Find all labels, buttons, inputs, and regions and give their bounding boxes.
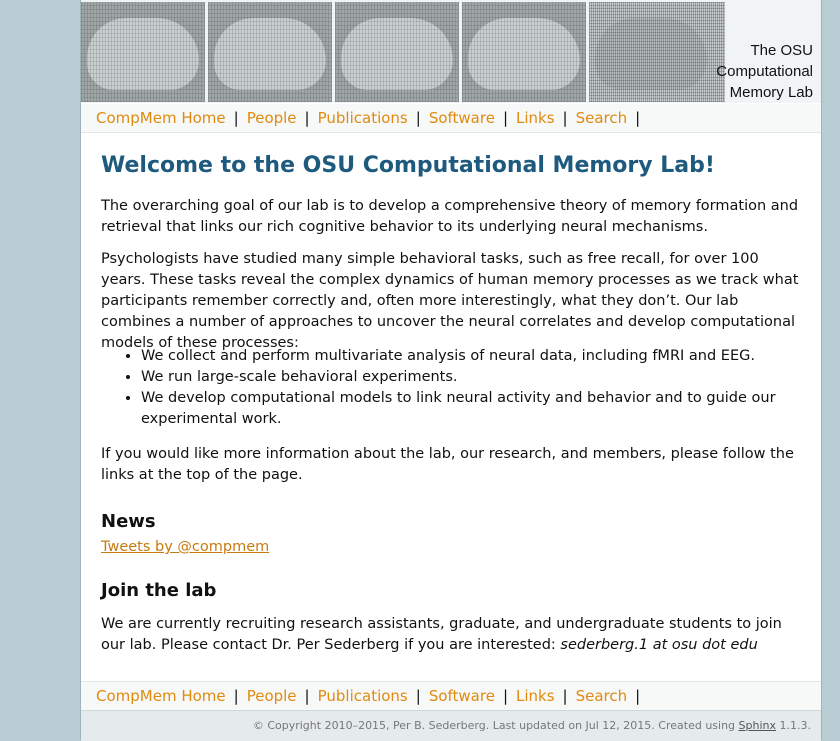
nav-separator: | — [304, 687, 310, 705]
nav-separator: | — [304, 109, 310, 127]
nav-separator: | — [233, 687, 239, 705]
nav-link-search[interactable]: Search — [576, 687, 628, 705]
main-content: Welcome to the OSU Computational Memory … — [101, 150, 801, 653]
page-container: The OSU Computational Memory Lab CompMem… — [80, 0, 822, 741]
nav-link-software[interactable]: Software — [429, 109, 495, 127]
nav-separator: | — [415, 109, 421, 127]
nav-link-people[interactable]: People — [247, 109, 297, 127]
footer: © Copyright 2010–2015, Per B. Sederberg.… — [81, 710, 821, 741]
header-banner: The OSU Computational Memory Lab — [81, 0, 821, 103]
nav-separator: | — [502, 109, 508, 127]
nav-link-links[interactable]: Links — [516, 109, 555, 127]
contact-email: sederberg.1 at osu dot edu — [560, 637, 758, 653]
lab-title: The OSU Computational Memory Lab — [716, 40, 813, 103]
join-heading: Join the lab — [101, 580, 217, 601]
lab-title-line: Computational — [716, 63, 813, 80]
research-paragraph: Psychologists have studied many simple b… — [101, 251, 799, 351]
nav-link-compmem-home[interactable]: CompMem Home — [96, 109, 226, 127]
lab-title-line: The OSU — [750, 42, 813, 59]
nav-link-links[interactable]: Links — [516, 687, 555, 705]
lab-title-line: Memory Lab — [729, 84, 813, 101]
copyright-text: © Copyright 2010–2015, Per B. Sederberg.… — [252, 719, 739, 732]
nav-link-compmem-home[interactable]: CompMem Home — [96, 687, 226, 705]
intro-paragraph: The overarching goal of our lab is to de… — [101, 198, 799, 235]
tweets-link[interactable]: Tweets by @compmem — [101, 537, 269, 558]
nav-link-publications[interactable]: Publications — [318, 109, 408, 127]
brain-image-3 — [335, 2, 459, 102]
nav-separator: | — [562, 687, 568, 705]
bottom-nav-bar: CompMem Home | People | Publications | Softwar… — [81, 681, 821, 710]
join-paragraph: We are currently recruiting research ass… — [101, 614, 801, 656]
nav-separator: | — [635, 687, 641, 705]
nav-separator: | — [562, 109, 568, 127]
brain-image-4 — [462, 2, 586, 102]
page-title: Welcome to the OSU Computational Memory … — [101, 153, 715, 178]
nav-link-people[interactable]: People — [247, 687, 297, 705]
list-item: We collect and perform multivariate anal… — [141, 346, 840, 367]
nav-link-search[interactable]: Search — [576, 109, 628, 127]
news-heading: News — [101, 511, 156, 532]
more-info-paragraph: If you would like more information about… — [101, 446, 794, 483]
top-nav-bar: CompMem Home | People | Publications | Softwar… — [81, 104, 821, 133]
nav-separator: | — [233, 109, 239, 127]
nav-separator: | — [635, 109, 641, 127]
version-text: 1.1.3. — [776, 719, 812, 732]
nav-link-publications[interactable]: Publications — [318, 687, 408, 705]
brain-image-ascii — [589, 2, 725, 102]
list-item: We run large-scale behavioral experiment… — [141, 367, 840, 388]
brain-image-1 — [81, 2, 205, 102]
nav-separator: | — [502, 687, 508, 705]
brain-image-2 — [208, 2, 332, 102]
nav-link-software[interactable]: Software — [429, 687, 495, 705]
sphinx-link[interactable]: Sphinx — [739, 719, 776, 732]
list-item: We develop computational models to link … — [141, 388, 840, 430]
approaches-list: We collect and perform multivariate anal… — [101, 346, 840, 430]
nav-separator: | — [415, 687, 421, 705]
